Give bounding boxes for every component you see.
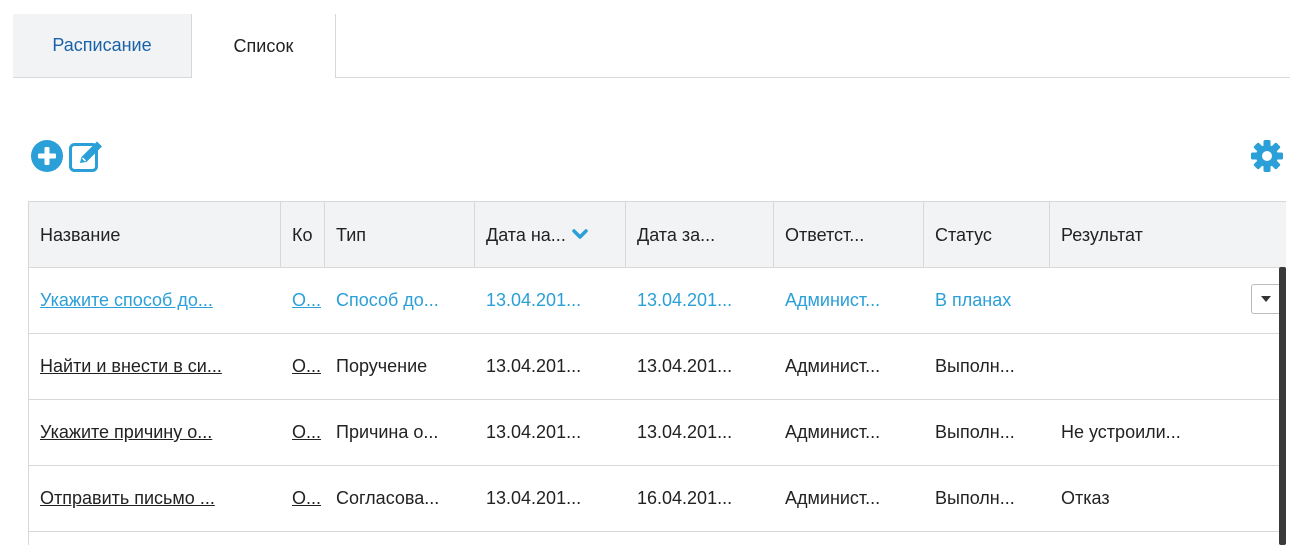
column-header-label: Тип xyxy=(336,224,367,245)
row-menu-button[interactable] xyxy=(1251,284,1281,314)
edit-button[interactable] xyxy=(68,136,106,176)
type-cell: Способ до... xyxy=(336,290,439,310)
column-header-label: Дата за... xyxy=(637,224,716,245)
column-header-label: Ответст... xyxy=(785,224,865,245)
activity-name-link[interactable]: Укажите способ до... xyxy=(40,290,213,311)
status-cell: Выполн... xyxy=(935,488,1015,508)
tab-list[interactable]: Список xyxy=(191,14,336,78)
date-end-cell: 16.04.201... xyxy=(637,488,733,508)
column-header-label: Ко xyxy=(292,224,313,245)
chevron-down-icon xyxy=(572,229,588,241)
toolbar xyxy=(28,136,1290,180)
activities-table: Название Ко Тип Дата на... Дата за... От… xyxy=(28,201,1286,545)
status-cell: Выполн... xyxy=(935,422,1015,442)
status-cell: В планах xyxy=(935,290,1012,310)
date-start-cell: 13.04.201... xyxy=(486,422,582,442)
column-header-responsible[interactable]: Ответст... xyxy=(774,202,924,268)
result-cell xyxy=(1050,268,1240,333)
responsible-cell: Админист... xyxy=(785,422,881,442)
table-row[interactable]: Укажите причину о... О... Причина о... 1… xyxy=(29,400,1286,466)
type-cell: Причина о... xyxy=(336,422,439,442)
edit-icon xyxy=(69,141,102,172)
gear-icon xyxy=(1251,140,1283,172)
date-end-cell: 13.04.201... xyxy=(637,356,733,376)
caret-down-icon xyxy=(1261,296,1271,302)
responsible-cell: Админист... xyxy=(785,488,881,508)
contact-link[interactable]: О... xyxy=(292,356,321,377)
settings-button[interactable] xyxy=(1248,136,1286,176)
column-header-ko[interactable]: Ко xyxy=(281,202,325,268)
result-cell: Отказ xyxy=(1061,488,1110,508)
column-header-name[interactable]: Название xyxy=(29,202,281,268)
type-cell: Поручение xyxy=(336,356,428,376)
table-row[interactable]: Укажите способ до... О... Способ до... 1… xyxy=(29,268,1286,334)
responsible-cell: Админист... xyxy=(785,356,881,376)
contact-link[interactable]: О... xyxy=(292,290,321,311)
responsible-cell: Админист... xyxy=(785,290,881,310)
column-header-label: Результат xyxy=(1061,224,1143,245)
plus-circle-icon xyxy=(31,140,63,172)
add-button[interactable] xyxy=(28,136,66,176)
status-cell: Выполн... xyxy=(935,356,1015,376)
column-header-status[interactable]: Статус xyxy=(924,202,1050,268)
table-header: Название Ко Тип Дата на... Дата за... От… xyxy=(29,202,1286,268)
contact-link[interactable]: О... xyxy=(292,422,321,443)
activity-name-link[interactable]: Укажите причину о... xyxy=(40,422,212,443)
column-header-label: Статус xyxy=(935,224,992,245)
column-header-label: Название xyxy=(40,224,121,245)
table-row[interactable]: Найти и внести в си... О... Поручение 13… xyxy=(29,334,1286,400)
date-end-cell: 13.04.201... xyxy=(637,422,733,442)
column-header-result[interactable]: Результат xyxy=(1050,202,1286,268)
vertical-scrollbar[interactable] xyxy=(1279,267,1286,545)
column-header-date-start[interactable]: Дата на... xyxy=(475,202,626,268)
activity-name-link[interactable]: Отправить письмо ... xyxy=(40,488,215,509)
date-end-cell: 13.04.201... xyxy=(637,290,733,310)
result-cell: Не устроили... xyxy=(1061,422,1181,442)
tab-bar: Расписание Список xyxy=(13,14,1290,78)
date-start-cell: 13.04.201... xyxy=(486,290,582,310)
column-header-type[interactable]: Тип xyxy=(325,202,475,268)
activity-name-link[interactable]: Найти и внести в си... xyxy=(40,356,222,377)
tab-schedule[interactable]: Расписание xyxy=(13,14,191,78)
date-start-cell: 13.04.201... xyxy=(486,488,582,508)
result-cell xyxy=(1050,334,1286,399)
table-row[interactable]: Отправить письмо ... О... Согласова... 1… xyxy=(29,466,1286,532)
contact-link[interactable]: О... xyxy=(292,488,321,509)
date-start-cell: 13.04.201... xyxy=(486,356,582,376)
column-header-label: Дата на... xyxy=(486,224,566,245)
column-header-date-end[interactable]: Дата за... xyxy=(626,202,774,268)
type-cell: Согласова... xyxy=(336,488,440,508)
